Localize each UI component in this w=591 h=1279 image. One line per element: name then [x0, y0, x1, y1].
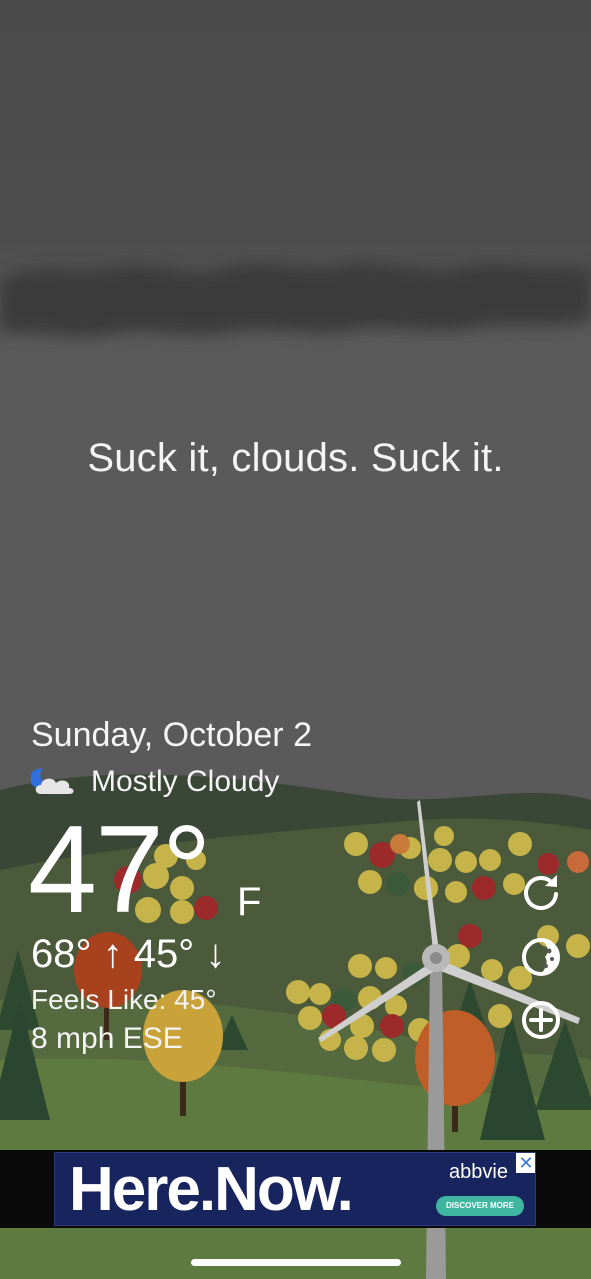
ad-discover-more-button[interactable]: DISCOVER MORE: [436, 1196, 524, 1216]
wind-speed: 8 mph ESE: [31, 1022, 183, 1055]
ad-brand-logo: abbvie: [449, 1161, 508, 1183]
home-indicator[interactable]: [191, 1259, 401, 1266]
ad-banner[interactable]: Here.Now. abbvie DISCOVER MORE ✕: [54, 1152, 536, 1226]
feels-like: Feels Like: 45°: [31, 984, 217, 1015]
high-low-temperature: 68° ↑ 45° ↓: [31, 932, 226, 976]
temperature-unit: F: [237, 880, 262, 924]
condition-row: Mostly Cloudy: [31, 764, 279, 800]
ad-headline: Here.Now.: [69, 1155, 354, 1224]
theme-icon[interactable]: [519, 935, 563, 979]
ad-close-button[interactable]: ✕: [516, 1153, 535, 1173]
partly-cloudy-night-icon: [31, 768, 74, 794]
refresh-icon[interactable]: [519, 870, 563, 914]
forecast-date: Sunday, October 2: [31, 716, 312, 754]
storm-cloud-band: [0, 263, 591, 337]
condition-label: Mostly Cloudy: [91, 765, 280, 798]
add-location-icon[interactable]: [519, 998, 563, 1042]
weather-tagline: Suck it, clouds. Suck it.: [87, 436, 504, 480]
current-temperature: 47°: [28, 801, 212, 939]
